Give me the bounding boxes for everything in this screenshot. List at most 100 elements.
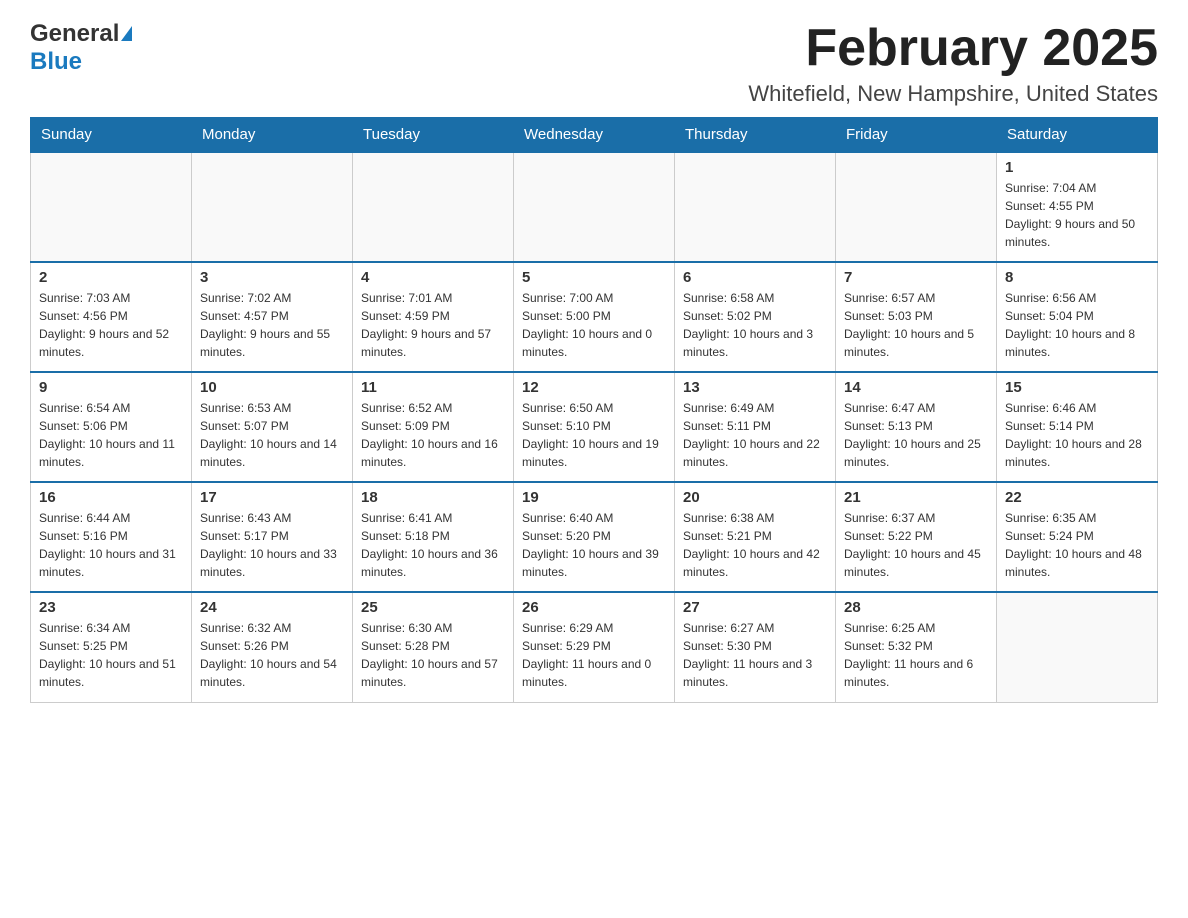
- calendar-day-cell: 8 Sunrise: 6:56 AM Sunset: 5:04 PM Daylig…: [997, 262, 1158, 372]
- day-info: Sunrise: 6:38 AM Sunset: 5:21 PM Dayligh…: [683, 509, 827, 581]
- calendar-day-cell: 11 Sunrise: 6:52 AM Sunset: 5:09 PM Dayli…: [353, 372, 514, 482]
- day-number: 27: [683, 599, 827, 616]
- day-info: Sunrise: 6:53 AM Sunset: 5:07 PM Dayligh…: [200, 399, 344, 471]
- day-info: Sunrise: 6:44 AM Sunset: 5:16 PM Dayligh…: [39, 509, 183, 581]
- calendar-day-cell: [997, 592, 1158, 702]
- day-number: 26: [522, 599, 666, 616]
- calendar-week-row: 23 Sunrise: 6:34 AM Sunset: 5:25 PM Dayli…: [31, 592, 1158, 702]
- calendar-day-cell: 15 Sunrise: 6:46 AM Sunset: 5:14 PM Dayli…: [997, 372, 1158, 482]
- calendar-day-cell: 7 Sunrise: 6:57 AM Sunset: 5:03 PM Daylig…: [836, 262, 997, 372]
- calendar-day-cell: 28 Sunrise: 6:25 AM Sunset: 5:32 PM Dayli…: [836, 592, 997, 702]
- calendar-day-cell: 6 Sunrise: 6:58 AM Sunset: 5:02 PM Daylig…: [675, 262, 836, 372]
- day-info: Sunrise: 6:49 AM Sunset: 5:11 PM Dayligh…: [683, 399, 827, 471]
- calendar-day-cell: 10 Sunrise: 6:53 AM Sunset: 5:07 PM Dayli…: [192, 372, 353, 482]
- day-number: 8: [1005, 269, 1149, 286]
- day-number: 4: [361, 269, 505, 286]
- day-info: Sunrise: 6:46 AM Sunset: 5:14 PM Dayligh…: [1005, 399, 1149, 471]
- calendar-day-cell: 3 Sunrise: 7:02 AM Sunset: 4:57 PM Daylig…: [192, 262, 353, 372]
- logo-general-text: General: [30, 20, 119, 48]
- calendar-day-cell: 22 Sunrise: 6:35 AM Sunset: 5:24 PM Dayli…: [997, 482, 1158, 592]
- calendar-day-cell: 19 Sunrise: 6:40 AM Sunset: 5:20 PM Dayli…: [514, 482, 675, 592]
- calendar-day-cell: [836, 152, 997, 262]
- logo-triangle-icon: [121, 26, 132, 41]
- day-number: 12: [522, 379, 666, 396]
- calendar-day-cell: [192, 152, 353, 262]
- calendar-table: SundayMondayTuesdayWednesdayThursdayFrid…: [30, 117, 1158, 703]
- day-info: Sunrise: 6:25 AM Sunset: 5:32 PM Dayligh…: [844, 619, 988, 691]
- calendar-day-cell: 27 Sunrise: 6:27 AM Sunset: 5:30 PM Dayli…: [675, 592, 836, 702]
- calendar-day-cell: 20 Sunrise: 6:38 AM Sunset: 5:21 PM Dayli…: [675, 482, 836, 592]
- day-info: Sunrise: 7:01 AM Sunset: 4:59 PM Dayligh…: [361, 289, 505, 361]
- day-number: 22: [1005, 489, 1149, 506]
- calendar-day-cell: 9 Sunrise: 6:54 AM Sunset: 5:06 PM Daylig…: [31, 372, 192, 482]
- day-number: 17: [200, 489, 344, 506]
- day-info: Sunrise: 7:02 AM Sunset: 4:57 PM Dayligh…: [200, 289, 344, 361]
- day-number: 28: [844, 599, 988, 616]
- day-info: Sunrise: 6:52 AM Sunset: 5:09 PM Dayligh…: [361, 399, 505, 471]
- calendar-header-thursday: Thursday: [675, 118, 836, 153]
- calendar-day-cell: 26 Sunrise: 6:29 AM Sunset: 5:29 PM Dayli…: [514, 592, 675, 702]
- day-number: 16: [39, 489, 183, 506]
- calendar-day-cell: [353, 152, 514, 262]
- calendar-day-cell: 16 Sunrise: 6:44 AM Sunset: 5:16 PM Dayli…: [31, 482, 192, 592]
- calendar-day-cell: 2Sunrise: 7:03 AM Sunset: 4:56 PM Daylig…: [31, 262, 192, 372]
- calendar-day-cell: 13 Sunrise: 6:49 AM Sunset: 5:11 PM Dayli…: [675, 372, 836, 482]
- day-number: 3: [200, 269, 344, 286]
- day-info: Sunrise: 6:43 AM Sunset: 5:17 PM Dayligh…: [200, 509, 344, 581]
- calendar-header-saturday: Saturday: [997, 118, 1158, 153]
- day-info: Sunrise: 6:32 AM Sunset: 5:26 PM Dayligh…: [200, 619, 344, 691]
- calendar-day-cell: 5Sunrise: 7:00 AM Sunset: 5:00 PM Daylig…: [514, 262, 675, 372]
- day-info: Sunrise: 6:57 AM Sunset: 5:03 PM Dayligh…: [844, 289, 988, 361]
- calendar-day-cell: 17 Sunrise: 6:43 AM Sunset: 5:17 PM Dayli…: [192, 482, 353, 592]
- calendar-day-cell: [514, 152, 675, 262]
- day-number: 9: [39, 379, 183, 396]
- calendar-header-monday: Monday: [192, 118, 353, 153]
- day-number: 11: [361, 379, 505, 396]
- day-number: 10: [200, 379, 344, 396]
- calendar-day-cell: 4 Sunrise: 7:01 AM Sunset: 4:59 PM Daylig…: [353, 262, 514, 372]
- calendar-week-row: 16 Sunrise: 6:44 AM Sunset: 5:16 PM Dayli…: [31, 482, 1158, 592]
- calendar-header-tuesday: Tuesday: [353, 118, 514, 153]
- calendar-day-cell: 25 Sunrise: 6:30 AM Sunset: 5:28 PM Dayli…: [353, 592, 514, 702]
- day-number: 20: [683, 489, 827, 506]
- calendar-header-sunday: Sunday: [31, 118, 192, 153]
- day-info: Sunrise: 6:54 AM Sunset: 5:06 PM Dayligh…: [39, 399, 183, 471]
- calendar-day-cell: [31, 152, 192, 262]
- day-info: Sunrise: 6:27 AM Sunset: 5:30 PM Dayligh…: [683, 619, 827, 691]
- day-info: Sunrise: 6:41 AM Sunset: 5:18 PM Dayligh…: [361, 509, 505, 581]
- location-title: Whitefield, New Hampshire, United States: [748, 81, 1158, 107]
- calendar-day-cell: 12Sunrise: 6:50 AM Sunset: 5:10 PM Dayli…: [514, 372, 675, 482]
- calendar-week-row: 2Sunrise: 7:03 AM Sunset: 4:56 PM Daylig…: [31, 262, 1158, 372]
- logo: General Blue: [30, 20, 132, 76]
- calendar-day-cell: 18 Sunrise: 6:41 AM Sunset: 5:18 PM Dayli…: [353, 482, 514, 592]
- day-number: 24: [200, 599, 344, 616]
- month-title: February 2025: [748, 20, 1158, 77]
- calendar-day-cell: 21Sunrise: 6:37 AM Sunset: 5:22 PM Dayli…: [836, 482, 997, 592]
- day-number: 2: [39, 269, 183, 286]
- day-number: 13: [683, 379, 827, 396]
- calendar-week-row: 1Sunrise: 7:04 AM Sunset: 4:55 PM Daylig…: [31, 152, 1158, 262]
- day-info: Sunrise: 7:00 AM Sunset: 5:00 PM Dayligh…: [522, 289, 666, 361]
- calendar-week-row: 9 Sunrise: 6:54 AM Sunset: 5:06 PM Daylig…: [31, 372, 1158, 482]
- day-number: 14: [844, 379, 988, 396]
- logo-blue-text: Blue: [30, 48, 82, 76]
- day-info: Sunrise: 6:56 AM Sunset: 5:04 PM Dayligh…: [1005, 289, 1149, 361]
- day-number: 15: [1005, 379, 1149, 396]
- day-number: 6: [683, 269, 827, 286]
- day-number: 18: [361, 489, 505, 506]
- calendar-header-row: SundayMondayTuesdayWednesdayThursdayFrid…: [31, 118, 1158, 153]
- day-number: 25: [361, 599, 505, 616]
- day-info: Sunrise: 6:30 AM Sunset: 5:28 PM Dayligh…: [361, 619, 505, 691]
- day-info: Sunrise: 6:40 AM Sunset: 5:20 PM Dayligh…: [522, 509, 666, 581]
- day-number: 23: [39, 599, 183, 616]
- day-info: Sunrise: 6:37 AM Sunset: 5:22 PM Dayligh…: [844, 509, 988, 581]
- day-info: Sunrise: 6:34 AM Sunset: 5:25 PM Dayligh…: [39, 619, 183, 691]
- day-info: Sunrise: 6:58 AM Sunset: 5:02 PM Dayligh…: [683, 289, 827, 361]
- calendar-day-cell: 23 Sunrise: 6:34 AM Sunset: 5:25 PM Dayli…: [31, 592, 192, 702]
- title-block: February 2025 Whitefield, New Hampshire,…: [748, 20, 1158, 107]
- day-info: Sunrise: 6:35 AM Sunset: 5:24 PM Dayligh…: [1005, 509, 1149, 581]
- day-number: 19: [522, 489, 666, 506]
- day-number: 7: [844, 269, 988, 286]
- day-number: 1: [1005, 159, 1149, 176]
- day-info: Sunrise: 6:29 AM Sunset: 5:29 PM Dayligh…: [522, 619, 666, 691]
